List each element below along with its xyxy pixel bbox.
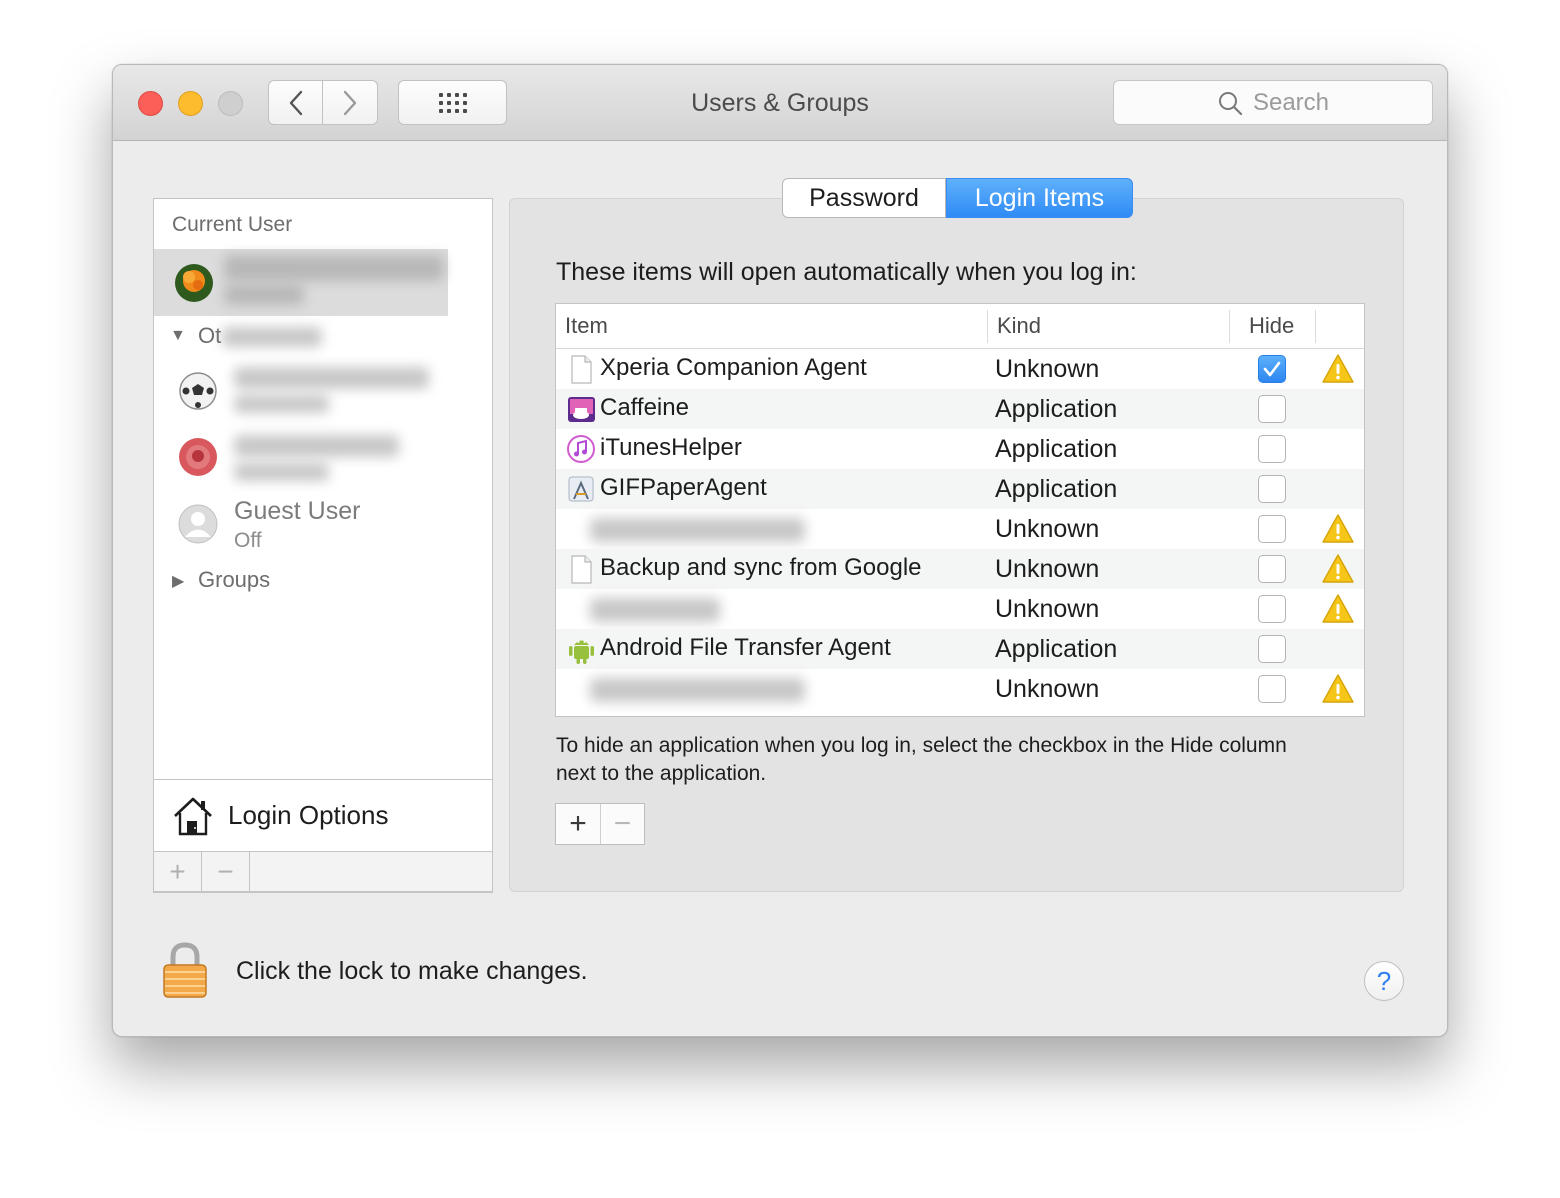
column-header-item[interactable]: Item — [565, 313, 608, 339]
table-row[interactable]: Xperia Companion Agent Unknown — [556, 349, 1364, 389]
warning-icon — [1322, 674, 1354, 703]
add-user-button[interactable]: + — [154, 852, 202, 891]
item-kind: Application — [995, 475, 1118, 503]
warning-icon — [1322, 554, 1354, 583]
table-row[interactable]: Caffeine Application — [556, 389, 1364, 429]
warning-icon — [1322, 514, 1354, 543]
login-items-add-remove: + − — [555, 803, 645, 845]
item-kind: Application — [995, 395, 1118, 423]
item-name: iTunesHelper — [600, 434, 742, 461]
table-row[interactable]: iTunesHelper Application — [556, 429, 1364, 469]
lock-row: Click the lock to make changes. — [161, 941, 588, 1001]
lock-icon[interactable] — [161, 941, 209, 1001]
hide-checkbox[interactable] — [1258, 515, 1286, 543]
document-icon — [571, 555, 592, 584]
guest-user-name: Guest User — [234, 497, 361, 525]
guest-avatar-icon — [178, 504, 218, 544]
search-field[interactable]: Search — [1113, 80, 1433, 125]
other-users-disclosure-icon[interactable]: ▼ — [170, 327, 186, 345]
hide-checkbox[interactable] — [1258, 435, 1286, 463]
soccer-ball-avatar-icon — [179, 372, 217, 410]
item-kind: Unknown — [995, 355, 1100, 383]
search-icon — [1218, 91, 1243, 115]
hide-checkbox[interactable] — [1258, 675, 1286, 703]
login-items-intro: These items will open automatically when… — [556, 258, 1137, 286]
item-name: GIFPaperAgent — [600, 474, 767, 501]
tab-password[interactable]: Password — [782, 178, 946, 218]
document-icon — [571, 355, 592, 384]
warning-icon — [1322, 354, 1354, 383]
title-bar: Users & Groups Search — [113, 65, 1447, 141]
item-kind: Unknown — [995, 595, 1100, 623]
flower-avatar-icon — [175, 264, 213, 302]
hide-checkbox[interactable] — [1258, 555, 1286, 583]
checkmark-icon — [1263, 361, 1281, 377]
app-generic-icon — [568, 476, 594, 502]
column-header-kind[interactable]: Kind — [997, 313, 1041, 339]
other-users-header: Ot — [198, 323, 222, 348]
add-login-item-button[interactable]: + — [556, 804, 600, 844]
groups-header: Groups — [198, 567, 271, 592]
item-kind: Application — [995, 635, 1118, 663]
current-user-row[interactable] — [154, 249, 448, 316]
warning-icon — [1322, 594, 1354, 623]
house-icon — [174, 797, 212, 835]
table-row[interactable]: GIFPaperAgent Application — [556, 469, 1364, 509]
login-options-button[interactable]: Login Options — [153, 779, 493, 852]
item-name: Android File Transfer Agent — [600, 634, 891, 661]
users-add-remove-bar: + − — [153, 852, 493, 892]
login-options-label: Login Options — [228, 800, 389, 830]
item-name: Xperia Companion Agent — [600, 354, 867, 381]
item-kind: Unknown — [995, 675, 1100, 703]
item-kind: Application — [995, 435, 1118, 463]
lock-message: Click the lock to make changes. — [236, 956, 588, 985]
hide-checkbox[interactable] — [1258, 635, 1286, 663]
current-user-header: Current User — [172, 213, 293, 236]
users-groups-window: Users & Groups Search Current User ▼ Ot — [112, 64, 1448, 1037]
rose-avatar-icon — [179, 438, 217, 476]
caffeine-app-icon — [568, 397, 595, 422]
android-icon — [569, 640, 594, 664]
table-row[interactable]: Android File Transfer Agent Application — [556, 629, 1364, 669]
tab-bar: Password Login Items — [782, 178, 1133, 218]
table-header: Item Kind Hide — [556, 304, 1364, 349]
item-kind: Unknown — [995, 555, 1100, 583]
hide-checkbox[interactable] — [1258, 395, 1286, 423]
table-row[interactable]: Unknown — [556, 669, 1364, 709]
item-name: Backup and sync from Google — [600, 554, 922, 581]
hide-checkbox[interactable] — [1258, 595, 1286, 623]
help-button[interactable]: ? — [1364, 961, 1404, 1001]
itunes-icon — [567, 435, 595, 463]
search-placeholder: Search — [1252, 88, 1330, 116]
guest-user-status: Off — [234, 529, 262, 552]
table-row[interactable]: Unknown — [556, 509, 1364, 549]
hide-checkbox[interactable] — [1258, 475, 1286, 503]
remove-user-button[interactable]: − — [202, 852, 250, 891]
hide-checkbox[interactable] — [1258, 355, 1286, 383]
table-row[interactable]: Backup and sync from Google Unknown — [556, 549, 1364, 589]
column-header-hide[interactable]: Hide — [1249, 313, 1294, 339]
tab-login-items[interactable]: Login Items — [946, 178, 1133, 218]
table-row[interactable]: Unknown — [556, 589, 1364, 629]
groups-disclosure-icon[interactable]: ▶ — [172, 571, 184, 591]
item-kind: Unknown — [995, 515, 1100, 543]
remove-login-item-button[interactable]: − — [599, 804, 644, 844]
login-items-help-text: To hide an application when you log in, … — [556, 734, 1287, 785]
item-name: Caffeine — [600, 394, 689, 421]
login-items-table: Item Kind Hide Xperia Companion Agent Unk… — [555, 303, 1365, 717]
